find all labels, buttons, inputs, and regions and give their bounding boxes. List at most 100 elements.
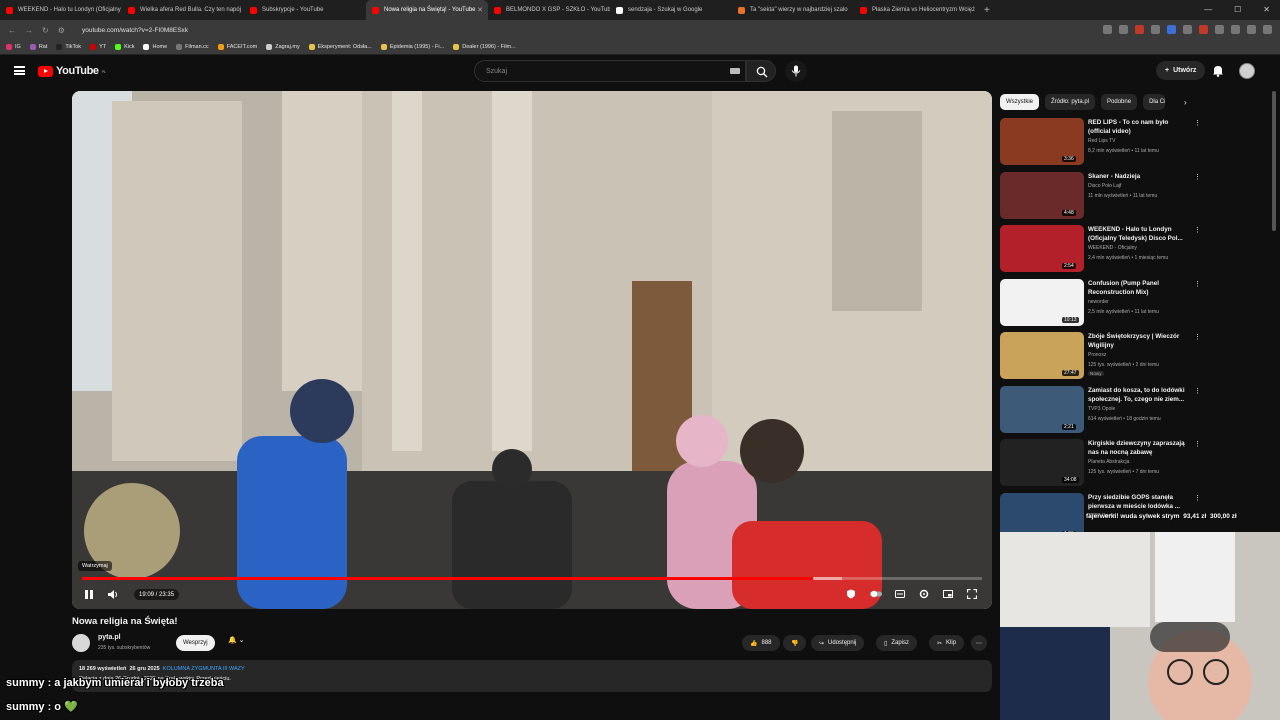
- recommended-video[interactable]: 2:21 Zamiast do kosza, to do lodówki społ…: [1000, 385, 1201, 434]
- new-tab-icon[interactable]: +: [984, 5, 990, 16]
- filter-chip[interactable]: Źródło: pyta.pl: [1045, 94, 1096, 110]
- subscription-bell-button[interactable]: 🔔 ⌄: [228, 636, 245, 644]
- more-options-icon[interactable]: ⋮: [1194, 119, 1201, 127]
- bookmark-item[interactable]: Filman.cc: [176, 44, 209, 50]
- close-tab-icon[interactable]: ✕: [477, 6, 483, 14]
- extension-icon[interactable]: [1199, 25, 1208, 34]
- video-title[interactable]: Skaner - Nadzieja: [1088, 172, 1192, 181]
- video-title[interactable]: Przy siedzibie GOPS stanęła pierwsza w m…: [1088, 493, 1192, 511]
- hashtag-link[interactable]: KOLUMNA ZYGMUNTA III WAZY: [163, 666, 245, 672]
- video-title[interactable]: Zamiast do kosza, to do lodówki społeczn…: [1088, 386, 1192, 404]
- bookmark-item[interactable]: Rat: [29, 44, 47, 50]
- extension-icon[interactable]: [1247, 25, 1256, 34]
- filter-chip[interactable]: Dla Ciebie: [1143, 94, 1166, 110]
- more-options-icon[interactable]: ⋮: [1194, 494, 1201, 502]
- video-title[interactable]: Zbóje Świętokrzyscy | Wieczór Wigilijny: [1088, 332, 1192, 350]
- dislike-button[interactable]: 👎: [783, 635, 807, 651]
- subtitles-icon[interactable]: [895, 589, 905, 599]
- hamburger-menu-icon[interactable]: [14, 66, 25, 75]
- filter-chip[interactable]: Podobne: [1101, 94, 1138, 110]
- extension-icon[interactable]: [1167, 25, 1176, 34]
- search-button[interactable]: [746, 60, 776, 82]
- video-player[interactable]: [72, 91, 992, 609]
- save-button[interactable]: ▯ Zapisz: [876, 635, 917, 651]
- settings-gear-icon[interactable]: [919, 589, 929, 599]
- video-title[interactable]: WEEKEND - Halo tu Londyn (Oficjalny Tele…: [1088, 225, 1192, 243]
- bookmark-item[interactable]: Epidemia (1995) - Fi...: [380, 44, 444, 50]
- bookmark-item[interactable]: Home: [143, 44, 167, 50]
- support-button[interactable]: Wesprzyj: [176, 635, 215, 651]
- more-options-icon[interactable]: ⋮: [1194, 440, 1201, 448]
- more-actions-button[interactable]: ⋯: [971, 635, 987, 651]
- bookmark-item[interactable]: FACEIT.com: [217, 44, 257, 50]
- more-options-icon[interactable]: ⋮: [1194, 173, 1201, 181]
- video-title[interactable]: RED LIPS - To co nam było (official vide…: [1088, 118, 1192, 136]
- video-title[interactable]: Confusion (Pump Panel Reconstruction Mix…: [1088, 279, 1192, 297]
- browser-tab[interactable]: WEEKEND - Halo tu Londyn (Oficjalny: [0, 0, 122, 20]
- voice-search-button[interactable]: [785, 60, 807, 82]
- volume-icon[interactable]: [107, 589, 119, 600]
- forward-icon[interactable]: →: [25, 26, 33, 35]
- more-options-icon[interactable]: ⋮: [1194, 226, 1201, 234]
- recommended-video[interactable]: 2:54 WEEKEND - Halo tu Londyn (Oficjalny …: [1000, 225, 1201, 273]
- filter-chip[interactable]: Wszystkie: [1000, 94, 1039, 110]
- youtube-logo[interactable]: YouTube PL: [38, 65, 106, 77]
- shield-icon[interactable]: [846, 589, 856, 599]
- bookmark-item[interactable]: IG: [6, 44, 21, 50]
- bookmark-item[interactable]: Kick: [115, 44, 134, 50]
- create-button[interactable]: + Utwórz: [1156, 61, 1206, 80]
- bookmark-item[interactable]: YT: [90, 44, 106, 50]
- channel-name[interactable]: Red Lips TV: [1088, 136, 1198, 146]
- miniplayer-icon[interactable]: [943, 589, 953, 599]
- progress-bar[interactable]: [82, 577, 982, 580]
- recommended-video[interactable]: 4:48 Skaner - Nadzieja Disco Polo Lajf 11 m…: [1000, 171, 1201, 220]
- pause-icon[interactable]: [84, 589, 94, 600]
- minimize-icon[interactable]: —: [1204, 5, 1212, 14]
- bookmark-item[interactable]: Dealer (1996) - Film...: [453, 44, 516, 50]
- like-button[interactable]: 👍 888: [742, 635, 780, 651]
- reload-icon[interactable]: ↻: [42, 26, 49, 35]
- extension-icon[interactable]: [1231, 25, 1240, 34]
- channel-name[interactable]: TVP3 Opole: [1088, 404, 1198, 414]
- maximize-icon[interactable]: ☐: [1234, 5, 1241, 14]
- channel-avatar[interactable]: [72, 634, 90, 652]
- channel-name[interactable]: WEEKEND - Oficjalny: [1088, 243, 1198, 253]
- channel-name[interactable]: Planeta Abstrakcja: [1088, 457, 1198, 467]
- more-options-icon[interactable]: ⋮: [1194, 280, 1201, 288]
- url-field[interactable]: youtube.com/watch?v=2-FI0M8ESxk: [82, 27, 188, 34]
- clip-button[interactable]: ✂ Klip: [929, 635, 965, 651]
- notifications-button[interactable]: [1212, 64, 1224, 82]
- browser-tab[interactable]: Płaska Ziemia vs Heliocentryzm Wcięż: [854, 0, 976, 20]
- bookmark-item[interactable]: Zagraj.my: [266, 44, 300, 50]
- site-info-icon[interactable]: ⚙: [58, 26, 65, 35]
- extension-icon[interactable]: [1135, 25, 1144, 34]
- browser-tab[interactable]: Ta "sekta" wierzy w najbardziej szalo: [732, 0, 854, 20]
- browser-tab[interactable]: Subskrypcje - YouTube: [244, 0, 366, 20]
- channel-name[interactable]: pyta.pl: [98, 634, 121, 641]
- menu-icon[interactable]: [1263, 25, 1272, 34]
- extension-icon[interactable]: [1119, 25, 1128, 34]
- recommended-video[interactable]: 27:47 Zbóje Świętokrzyscy | Wieczór Wigil…: [1000, 332, 1201, 380]
- channel-name[interactable]: Disco Polo Lajf: [1088, 181, 1198, 191]
- autoplay-toggle-icon[interactable]: [870, 589, 882, 599]
- fullscreen-icon[interactable]: [967, 589, 977, 599]
- browser-tab[interactable]: Wielka afera Red Bulla. Czy ten napój: [122, 0, 244, 20]
- close-icon[interactable]: ✕: [1263, 5, 1270, 14]
- extension-icon[interactable]: [1183, 25, 1192, 34]
- extension-icon[interactable]: [1103, 25, 1112, 34]
- extension-icon[interactable]: [1215, 25, 1224, 34]
- back-icon[interactable]: ←: [8, 26, 16, 35]
- account-avatar[interactable]: [1239, 63, 1255, 79]
- browser-tab[interactable]: BELMONDO X GSP - SZKŁO - YouTube: [488, 0, 610, 20]
- browser-tab[interactable]: Nowa religia na Świętą! - YouTube ✕: [366, 0, 488, 20]
- search-input[interactable]: Szukaj: [474, 60, 746, 82]
- channel-name[interactable]: Pronosz: [1088, 350, 1198, 360]
- keyboard-icon[interactable]: [730, 68, 740, 74]
- recommended-video[interactable]: 10:13 Confusion (Pump Panel Reconstructio…: [1000, 278, 1201, 327]
- sidebar-scrollbar[interactable]: [1272, 91, 1276, 231]
- recommended-video[interactable]: 3:36 RED LIPS - To co nam było (official …: [1000, 118, 1201, 166]
- extension-icon[interactable]: [1151, 25, 1160, 34]
- more-options-icon[interactable]: ⋮: [1194, 333, 1201, 341]
- channel-name[interactable]: neworder: [1088, 297, 1198, 307]
- chevron-right-icon[interactable]: ›: [1184, 98, 1187, 107]
